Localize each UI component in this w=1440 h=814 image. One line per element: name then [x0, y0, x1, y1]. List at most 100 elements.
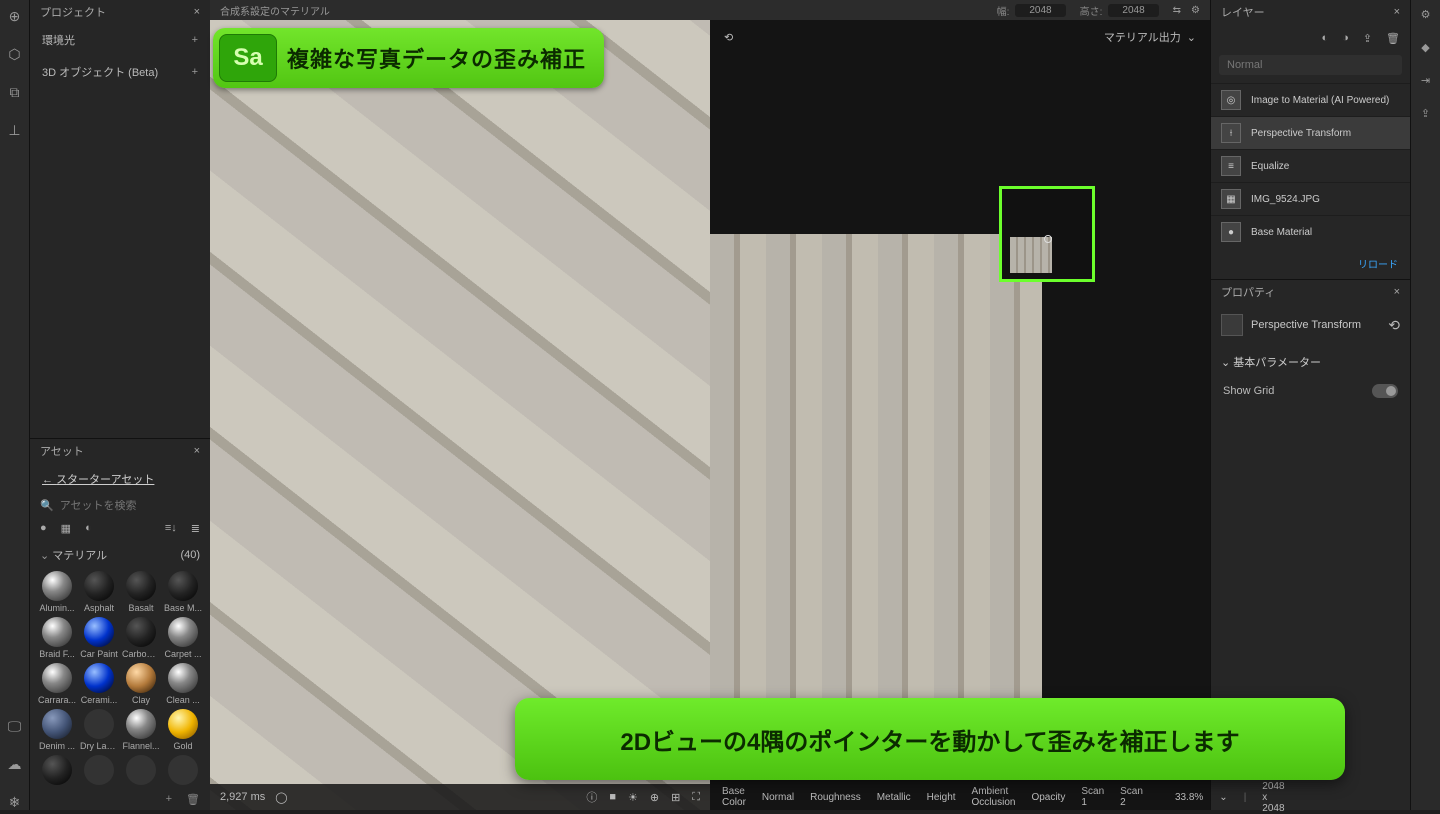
globe-icon[interactable]: ⊕ — [650, 791, 659, 804]
project-item-3d[interactable]: 3D オブジェクト (Beta) + — [30, 56, 210, 88]
share-icon[interactable]: ⇪ — [1421, 107, 1430, 120]
sphere-filter-icon[interactable]: ● — [40, 522, 47, 535]
material-swatch[interactable]: Carrara... — [38, 663, 76, 705]
import-icon[interactable]: ⇥ — [1421, 74, 1430, 87]
2d-view[interactable]: 2,927 ms ◯ ⓘ ■ ☀ ⊕ ⊞ ⛶ — [210, 20, 710, 810]
starter-assets-link[interactable]: スターターアセット — [30, 463, 210, 495]
show-grid-toggle[interactable] — [1372, 384, 1398, 398]
basic-params-section[interactable]: 基本パラメーター — [1211, 346, 1410, 378]
left-vertical-toolbar: ⊕ ⬡ ⧉ ⊥ 🖵 ☁ ❄ — [0, 0, 30, 810]
navigator-handle[interactable] — [1044, 235, 1052, 243]
blend-mode-select[interactable]: Normal — [1219, 55, 1402, 75]
material-swatch[interactable]: Clay — [122, 663, 160, 705]
close-icon[interactable]: × — [1394, 286, 1400, 298]
navigator-box[interactable] — [999, 186, 1095, 282]
swatch-icon — [84, 709, 114, 739]
material-swatch[interactable]: Braid F... — [38, 617, 76, 659]
half-filter-icon[interactable]: ◐ — [85, 522, 92, 535]
layer-row[interactable]: ≡Equalize — [1211, 149, 1410, 182]
grid-footer: + 🗑 — [30, 789, 210, 810]
channel-tab[interactable]: Opacity — [1031, 792, 1065, 803]
height-label: 高さ: — [1080, 3, 1103, 18]
material-swatch[interactable] — [122, 755, 160, 787]
swatch-label: Asphalt — [80, 603, 118, 613]
link-icon[interactable]: ⇆ — [1173, 5, 1181, 16]
image-filter-icon[interactable]: ▦ — [61, 522, 71, 535]
chevron-down-icon[interactable]: ⌄ — [1219, 792, 1227, 803]
snow-icon[interactable]: ❄ — [7, 794, 23, 810]
cloud-icon[interactable]: ☁ — [7, 756, 23, 772]
channel-tab[interactable]: Scan 2 — [1120, 786, 1143, 808]
export-icon[interactable]: ⇪ — [1363, 32, 1372, 45]
layer-row[interactable]: ⟊Perspective Transform — [1211, 116, 1410, 149]
reset-icon[interactable]: ⟲ — [1388, 317, 1400, 334]
stamp-icon[interactable]: ⊥ — [7, 122, 23, 138]
asset-search-input[interactable] — [60, 500, 202, 512]
close-icon[interactable]: × — [194, 445, 200, 457]
sort-icon[interactable]: ≡↓ — [165, 522, 177, 535]
crop-icon[interactable]: ⧉ — [7, 84, 23, 100]
swatch-label: Base M... — [164, 603, 202, 613]
material-swatch[interactable]: Dry Lau... — [80, 709, 118, 751]
chevron-down-icon[interactable]: ⌄ — [1187, 31, 1196, 44]
material-swatch[interactable]: Carpet ... — [164, 617, 202, 659]
material-swatch[interactable] — [164, 755, 202, 787]
add-icon[interactable]: ⊕ — [7, 8, 23, 24]
undo-icon[interactable]: ⟲ — [724, 31, 733, 44]
trash-icon[interactable]: 🗑 — [186, 793, 200, 806]
channel-tab[interactable]: Normal — [762, 792, 794, 803]
eyedropper-icon[interactable]: ◆ — [1421, 41, 1429, 54]
swatch-label: Cerami... — [80, 695, 118, 705]
material-swatch[interactable]: Clean ... — [164, 663, 202, 705]
width-value[interactable]: 2048 — [1015, 4, 1065, 17]
camera-icon[interactable]: ■ — [609, 791, 616, 803]
grid-icon[interactable]: ⊞ — [671, 791, 680, 804]
document-tab[interactable]: 合成系設定のマテリアル — [220, 3, 330, 18]
contrast-icon[interactable]: ◐ — [1322, 32, 1329, 45]
material-output-body[interactable]: Base Color Normal Roughness Metallic Hei… — [710, 54, 1210, 810]
layer-row[interactable]: ●Base Material — [1211, 215, 1410, 248]
property-thumb — [1221, 314, 1243, 336]
layer-row[interactable]: ◎Image to Material (AI Powered) — [1211, 83, 1410, 116]
plus-icon[interactable]: + — [192, 66, 198, 78]
zoom-value[interactable]: 33.8% — [1175, 792, 1203, 803]
trash-icon[interactable]: 🗑 — [1386, 32, 1400, 45]
channel-tab[interactable]: Roughness — [810, 792, 861, 803]
project-item-env[interactable]: 環境光 + — [30, 24, 210, 56]
material-swatch[interactable] — [80, 755, 118, 787]
plus-icon[interactable]: + — [192, 34, 198, 46]
material-swatch[interactable] — [38, 755, 76, 787]
material-swatch[interactable]: Flannel... — [122, 709, 160, 751]
material-swatch[interactable]: Basalt — [122, 571, 160, 613]
close-icon[interactable]: × — [1394, 6, 1400, 18]
material-swatch[interactable]: Cerami... — [80, 663, 118, 705]
material-swatch[interactable]: Carbon ... — [122, 617, 160, 659]
channel-tab[interactable]: Ambient Occlusion — [972, 786, 1016, 808]
height-value[interactable]: 2048 — [1108, 4, 1158, 17]
material-swatch[interactable]: Denim ... — [38, 709, 76, 751]
channel-tab[interactable]: Scan 1 — [1081, 786, 1104, 808]
monitor-icon[interactable]: 🖵 — [7, 718, 23, 734]
add-material-icon[interactable]: + — [166, 793, 172, 806]
light-icon[interactable]: ☀ — [628, 791, 638, 804]
material-swatch[interactable]: Asphalt — [80, 571, 118, 613]
env-icon[interactable]: ⬡ — [7, 46, 23, 62]
material-swatch[interactable]: Base M... — [164, 571, 202, 613]
reload-link[interactable]: リロード — [1211, 248, 1410, 279]
channel-tab[interactable]: Metallic — [877, 792, 911, 803]
list-view-icon[interactable]: ≣ — [191, 522, 200, 535]
material-swatch[interactable]: Alumin... — [38, 571, 76, 613]
channel-tab[interactable]: Base Color — [722, 786, 746, 808]
close-icon[interactable]: × — [194, 6, 200, 18]
settings-icon[interactable]: ⚙ — [1191, 5, 1200, 16]
material-swatch[interactable]: Gold — [164, 709, 202, 751]
mask-icon[interactable]: ◑ — [1342, 32, 1349, 45]
fullscreen-icon[interactable]: ⛶ — [692, 791, 700, 804]
material-category-header[interactable]: ⌄ マテリアル (40) — [30, 541, 210, 569]
layer-row[interactable]: ▦IMG_9524.JPG — [1211, 182, 1410, 215]
material-swatch[interactable]: Car Paint — [80, 617, 118, 659]
channel-tab[interactable]: Height — [927, 792, 956, 803]
info-icon[interactable]: ⓘ — [586, 789, 597, 805]
swatch-label: Clean ... — [164, 695, 202, 705]
adjust-icon[interactable]: ⚙ — [1421, 8, 1431, 21]
